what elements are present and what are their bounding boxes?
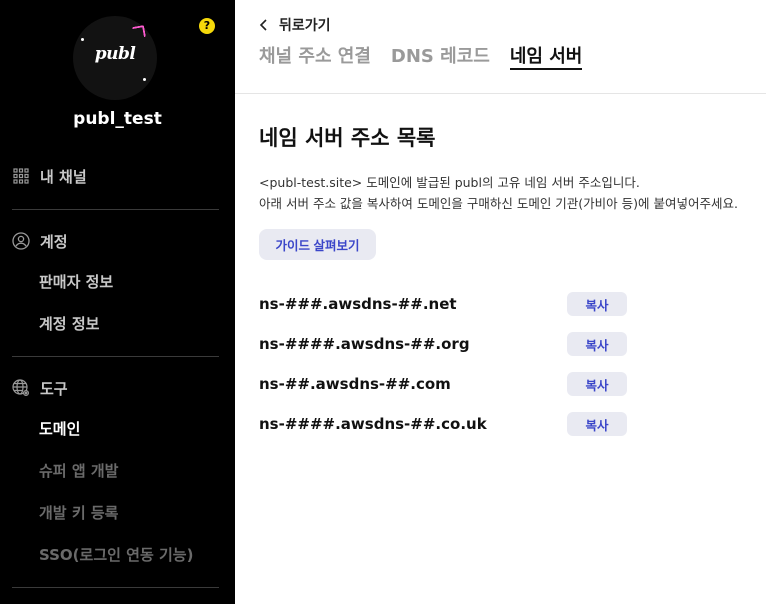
avatar-decoration [81,38,84,41]
tab-name-server[interactable]: 네임 서버 [509,42,583,70]
domain-tabs: 채널 주소 연결 DNS 레코드 네임 서버 [259,42,602,70]
page-title: 네임 서버 주소 목록 [259,126,436,150]
channel-avatar[interactable]: publ [73,16,157,100]
user-circle-icon [12,232,30,250]
back-link[interactable]: 뒤로가기 [259,14,331,36]
description-line: 아래 서버 주소 값을 복사하여 도메인을 구매하신 도메인 기관(가비아 등)… [259,196,738,211]
help-icon[interactable]: ? [199,18,215,34]
copy-button[interactable]: 복사 [567,292,627,316]
nameserver-address: ns-####.awsdns-##.co.uk [259,415,487,433]
main-content: 뒤로가기 채널 주소 연결 DNS 레코드 네임 서버 네임 서버 주소 목록 … [235,0,766,604]
tab-channel-address[interactable]: 채널 주소 연결 [259,42,371,70]
back-label: 뒤로가기 [279,18,331,34]
chevron-left-icon [259,19,267,31]
sidebar-item-label: 내 채널 [40,167,87,186]
nameserver-address: ns-##.awsdns-##.com [259,375,451,393]
nameserver-row: ns-###.awsdns-##.net 복사 [259,292,627,316]
guide-button[interactable]: 가이드 살펴보기 [259,229,376,260]
nameserver-row: ns-####.awsdns-##.co.uk 복사 [259,412,627,436]
sidebar-divider [12,209,219,210]
avatar-decoration-accent [132,25,146,39]
avatar-decoration [143,78,146,81]
sidebar: publ ? publ_test 내 채널 계정 판매자 정보 계정 정보 도구… [0,0,235,604]
sidebar-item-my-channel[interactable]: 내 채널 [12,164,87,188]
sidebar-section-label: 계정 [40,232,68,251]
globe-gear-icon [12,379,30,397]
grid-icon [12,167,30,185]
sidebar-divider [12,587,219,588]
sidebar-item-seller-info[interactable]: 판매자 정보 [39,269,113,293]
sidebar-divider [12,356,219,357]
copy-button[interactable]: 복사 [567,412,627,436]
description-line: <publ-test.site> 도메인에 발급된 publ의 고유 네임 서버… [259,175,640,190]
sidebar-section-account: 계정 [12,229,68,253]
avatar-logo-text: publ [94,44,136,64]
copy-button[interactable]: 복사 [567,332,627,356]
sidebar-section-label: 도구 [40,379,68,398]
sidebar-item-super-app[interactable]: 슈퍼 앱 개발 [39,458,118,482]
sidebar-item-dev-key[interactable]: 개발 키 등록 [39,500,118,524]
sidebar-item-domain[interactable]: 도메인 [39,416,80,440]
copy-button[interactable]: 복사 [567,372,627,396]
sidebar-item-sso[interactable]: SSO(로그인 연동 기능) [39,542,193,566]
tab-dns-record[interactable]: DNS 레코드 [391,42,490,70]
nameserver-row: ns-####.awsdns-##.org 복사 [259,332,627,356]
channel-username: publ_test [73,109,162,129]
sidebar-section-tools: 도구 [12,376,68,400]
nameserver-address: ns-####.awsdns-##.org [259,335,470,353]
nameserver-address: ns-###.awsdns-##.net [259,295,457,313]
header-divider [235,93,766,94]
nameserver-row: ns-##.awsdns-##.com 복사 [259,372,627,396]
sidebar-item-account-info[interactable]: 계정 정보 [39,311,99,335]
